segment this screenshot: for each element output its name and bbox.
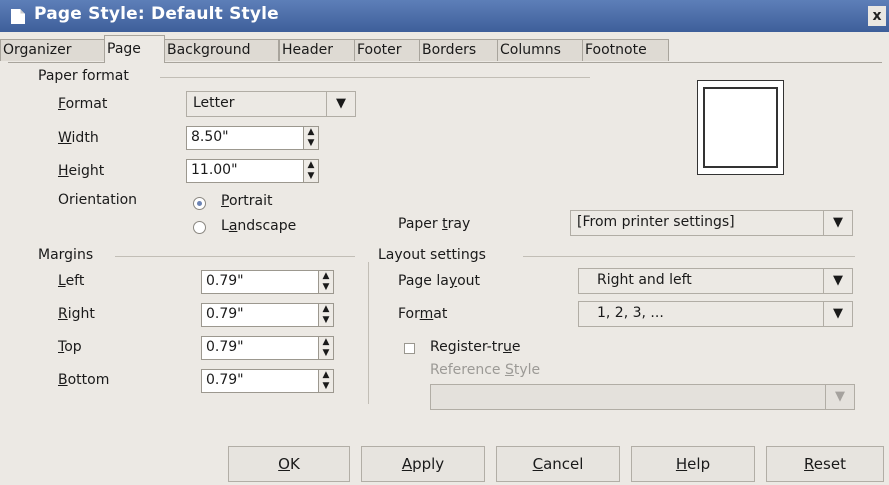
tab-footnote[interactable]: Footnote [582,39,669,61]
margin-left-label: Left [58,273,85,289]
ok-button[interactable]: OK [228,446,350,482]
margin-left-value: 0.79" [206,273,244,289]
reset-button[interactable]: Reset [766,446,884,482]
paper-tray-dropdown[interactable]: [From printer settings] ▼ [570,210,853,236]
format-dropdown[interactable]: Letter ▼ [186,91,356,117]
dropdown-arrow-icon[interactable]: ▼ [823,211,852,235]
margin-top-label: Top [58,339,82,355]
height-value: 11.00" [191,162,238,178]
page-preview-margins [703,87,778,168]
dropdown-arrow-icon[interactable]: ▼ [823,302,852,326]
tab-organizer[interactable]: Organizer [0,39,105,61]
spin-arrows-icon[interactable]: ▲ ▼ [318,304,333,326]
tab-bar: Organizer Page Background Header Footer … [0,32,889,63]
page-layout-value: Right and left [597,272,692,288]
margin-bottom-field[interactable]: 0.79" ▲ ▼ [201,369,334,393]
format-value: Letter [193,95,235,111]
layout-settings-heading: Layout settings [378,247,486,263]
reference-style-dropdown: ▼ [430,384,855,410]
height-field[interactable]: 11.00" ▲ ▼ [186,159,319,183]
paper-format-heading: Paper format [38,68,129,84]
paper-format-rule [160,77,590,78]
margin-right-value: 0.79" [206,306,244,322]
margin-right-field[interactable]: 0.79" ▲ ▼ [201,303,334,327]
paper-tray-value: [From printer settings] [577,214,735,230]
landscape-label[interactable]: Landscape [221,218,296,234]
dropdown-arrow-icon[interactable]: ▼ [326,92,355,116]
orientation-label: Orientation [58,192,138,208]
tab-header[interactable]: Header [279,39,355,61]
portrait-radio[interactable] [193,197,206,210]
spin-arrows-icon[interactable]: ▲ ▼ [303,127,318,149]
margins-rule [115,256,355,257]
document-icon [11,9,25,24]
format-label: Format [58,96,108,112]
numbering-format-label: Format [398,306,448,322]
margins-heading: Margins [38,247,94,263]
tab-footer[interactable]: Footer [354,39,420,61]
width-field[interactable]: 8.50" ▲ ▼ [186,126,319,150]
register-true-label[interactable]: Register-true [430,339,521,355]
tab-background[interactable]: Background [164,39,279,61]
height-label: Height [58,163,105,179]
margin-left-field[interactable]: 0.79" ▲ ▼ [201,270,334,294]
margin-bottom-value: 0.79" [206,372,244,388]
register-true-checkbox[interactable] [404,343,415,354]
numbering-format-dropdown[interactable]: 1, 2, 3, ... ▼ [578,301,853,327]
width-label: Width [58,130,99,146]
spin-arrows-icon[interactable]: ▲ ▼ [303,160,318,182]
spin-arrows-icon[interactable]: ▲ ▼ [318,337,333,359]
margin-right-label: Right [58,306,95,322]
close-icon[interactable]: x [868,6,886,26]
margin-bottom-label: Bottom [58,372,110,388]
apply-button[interactable]: Apply [361,446,485,482]
width-value: 8.50" [191,129,229,145]
window-title: Page Style: Default Style [34,4,279,24]
landscape-radio[interactable] [193,221,206,234]
tab-borders[interactable]: Borders [419,39,498,61]
dropdown-arrow-icon: ▼ [825,385,854,409]
numbering-format-value: 1, 2, 3, ... [597,305,664,321]
margin-top-field[interactable]: 0.79" ▲ ▼ [201,336,334,360]
portrait-label[interactable]: Portrait [221,193,272,209]
section-divider [368,262,369,404]
paper-tray-label: Paper tray [398,216,471,232]
page-layout-label: Page layout [398,273,481,289]
help-button[interactable]: Help [631,446,755,482]
cancel-button[interactable]: Cancel [496,446,620,482]
reference-style-label: Reference Style [430,362,541,378]
dropdown-arrow-icon[interactable]: ▼ [823,269,852,293]
spin-arrows-icon[interactable]: ▲ ▼ [318,271,333,293]
tab-page[interactable]: Page [104,35,165,63]
layout-settings-rule [523,256,855,257]
page-layout-dropdown[interactable]: Right and left ▼ [578,268,853,294]
tab-columns[interactable]: Columns [497,39,583,61]
margin-top-value: 0.79" [206,339,244,355]
spin-arrows-icon[interactable]: ▲ ▼ [318,370,333,392]
